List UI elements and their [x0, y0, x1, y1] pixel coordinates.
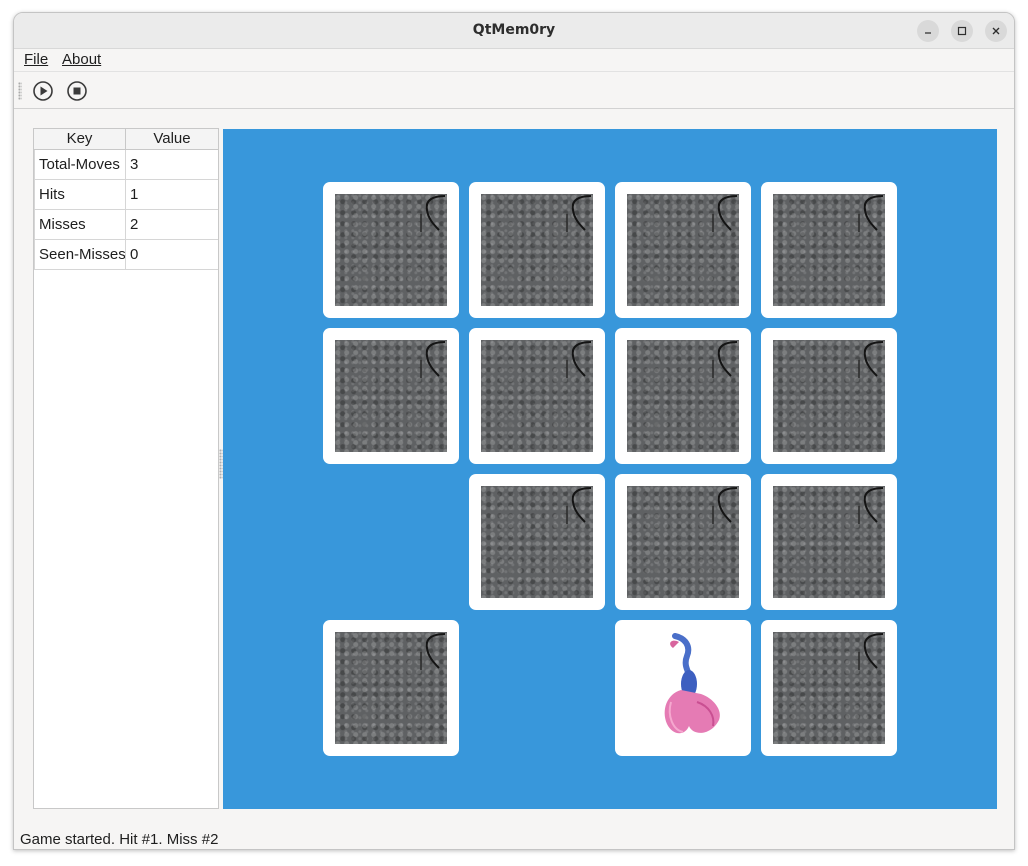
stats-key-cell: Total-Moves: [34, 150, 126, 179]
card-back: [335, 632, 447, 744]
crack-mark: [566, 487, 592, 524]
menu-bar: File About: [14, 49, 1014, 71]
main-content: Key Value Total-Moves 3 Hits 1 Misses 2 …: [14, 109, 1014, 824]
memory-card[interactable]: [761, 620, 897, 756]
memory-card[interactable]: [469, 182, 605, 318]
stats-table-header: Key Value: [34, 129, 218, 150]
memory-card[interactable]: [615, 328, 751, 464]
app-window: QtMem0ry File About Key Value Total-Move…: [13, 12, 1015, 850]
maximize-button[interactable]: [951, 20, 973, 42]
stats-key-cell: Seen-Misses: [34, 240, 126, 269]
memory-card[interactable]: [761, 182, 897, 318]
start-game-button[interactable]: [32, 80, 54, 102]
status-message: Game started. Hit #1. Miss #2: [20, 831, 219, 848]
stats-table[interactable]: Key Value Total-Moves 3 Hits 1 Misses 2 …: [33, 128, 219, 809]
stats-key-cell: Hits: [34, 180, 126, 209]
card-back: [481, 486, 593, 598]
memory-card[interactable]: [761, 328, 897, 464]
memory-card[interactable]: [615, 620, 751, 756]
title-bar[interactable]: QtMem0ry: [14, 13, 1014, 49]
card-back: [627, 486, 739, 598]
crack-mark: [858, 195, 884, 232]
card-back: [335, 194, 447, 306]
crack-mark: [858, 341, 884, 378]
stats-value-cell: 2: [130, 216, 139, 233]
window-title: QtMem0ry: [472, 22, 556, 38]
card-face-revealed: [627, 632, 739, 744]
stop-game-button[interactable]: [66, 80, 88, 102]
crack-mark: [566, 195, 592, 232]
minimize-button[interactable]: [917, 20, 939, 42]
toolbar-grip[interactable]: [18, 82, 22, 100]
stats-value-cell: 1: [130, 186, 139, 203]
card-back: [773, 632, 885, 744]
card-back: [773, 486, 885, 598]
crack-mark: [712, 195, 738, 232]
memory-card[interactable]: [469, 474, 605, 610]
card-back: [627, 340, 739, 452]
stats-key-cell: Misses: [34, 210, 126, 239]
menu-file[interactable]: File: [24, 51, 48, 68]
memory-card[interactable]: [615, 182, 751, 318]
minimize-icon: [925, 32, 931, 34]
memory-card[interactable]: [323, 182, 459, 318]
column-header-key[interactable]: Key: [34, 129, 126, 149]
close-icon: [992, 27, 1000, 35]
card-back: [627, 194, 739, 306]
column-header-value[interactable]: Value: [126, 129, 218, 149]
crack-mark: [858, 487, 884, 524]
memory-card[interactable]: [615, 474, 751, 610]
memory-card[interactable]: [323, 328, 459, 464]
crack-mark: [712, 487, 738, 524]
card-back: [481, 194, 593, 306]
stats-value-cell: 3: [130, 156, 139, 173]
memory-card[interactable]: [323, 620, 459, 756]
toolbar: [14, 71, 1014, 109]
table-row[interactable]: Total-Moves 3: [34, 150, 218, 180]
crack-mark: [566, 341, 592, 378]
stats-value-cell: 0: [130, 246, 139, 263]
memory-card[interactable]: [761, 474, 897, 610]
crack-mark: [858, 633, 884, 670]
menu-about[interactable]: About: [62, 51, 101, 68]
crack-mark: [712, 341, 738, 378]
crack-mark: [420, 341, 446, 378]
card-back: [335, 340, 447, 452]
card-back: [481, 340, 593, 452]
table-row[interactable]: Misses 2: [34, 210, 218, 240]
card-back: [773, 194, 885, 306]
game-board: [223, 129, 997, 809]
table-row[interactable]: Hits 1: [34, 180, 218, 210]
play-circle-icon: [33, 81, 53, 101]
crack-mark: [420, 195, 446, 232]
menu-file-label: File: [24, 51, 49, 68]
status-bar: Game started. Hit #1. Miss #2: [14, 824, 1014, 849]
close-button[interactable]: [985, 20, 1007, 42]
betta-fish-icon: [664, 633, 720, 734]
maximize-icon: [957, 26, 967, 36]
card-back: [773, 340, 885, 452]
table-row[interactable]: Seen-Misses 0: [34, 240, 218, 270]
crack-mark: [420, 633, 446, 670]
menu-about-label: About: [62, 51, 102, 68]
memory-card[interactable]: [469, 328, 605, 464]
stop-circle-icon: [67, 81, 87, 101]
